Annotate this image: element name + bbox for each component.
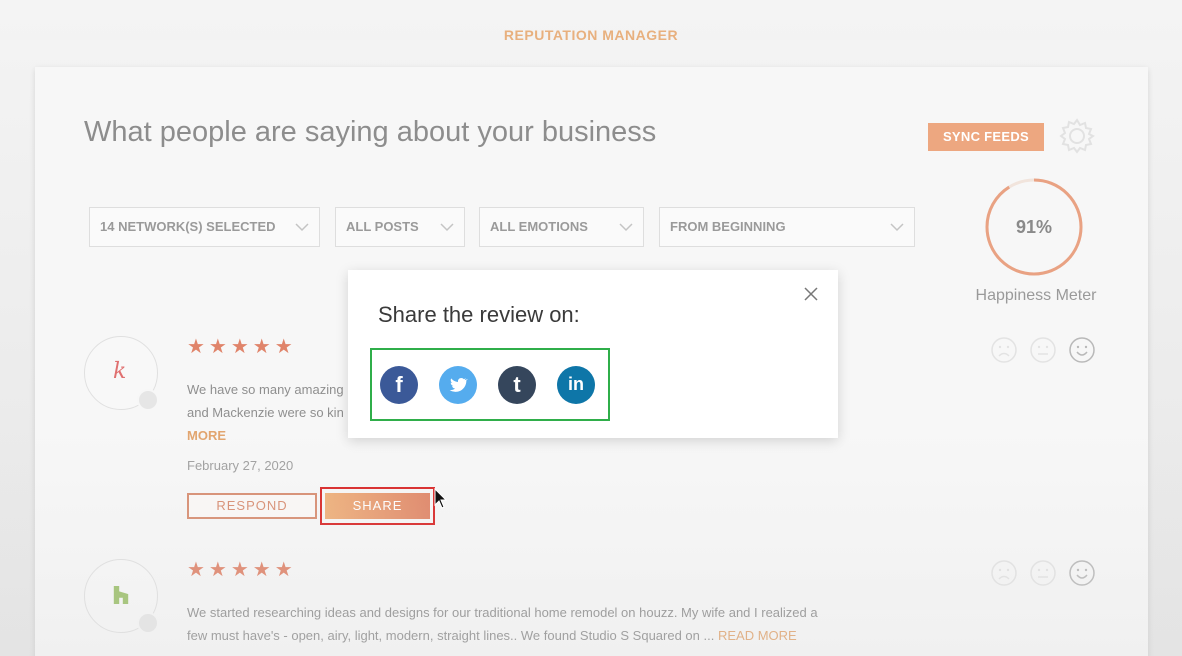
linkedin-icon[interactable]: in	[557, 365, 595, 404]
review-text-line-body: few must have's - open, airy, light, mod…	[187, 628, 715, 643]
neutral-face-icon[interactable]	[1030, 560, 1056, 586]
tumblr-icon[interactable]: t	[498, 365, 536, 404]
posts-filter-select[interactable]: ALL POSTS	[335, 207, 465, 247]
avatar: h	[84, 559, 159, 634]
sad-face-icon[interactable]	[991, 337, 1017, 363]
emotion-selector	[991, 560, 1095, 586]
facebook-glyph: f	[395, 371, 403, 397]
chevron-down-icon	[619, 223, 633, 232]
share-modal: Share the review on: f t in	[348, 270, 838, 438]
date-filter-select[interactable]: FROM BEGINNING	[659, 207, 915, 247]
star-rating: ★★★★★	[187, 336, 297, 358]
share-networks-highlight: f t in	[370, 348, 610, 421]
happiness-meter-label: Happiness Meter	[975, 287, 1097, 304]
tumblr-glyph: t	[513, 371, 521, 397]
user-icon	[137, 389, 159, 411]
emotion-selector	[991, 337, 1095, 363]
linkedin-glyph: in	[568, 374, 584, 394]
chevron-down-icon	[295, 223, 309, 232]
gear-icon[interactable]	[1058, 117, 1096, 155]
avatar-letter: k	[113, 359, 127, 384]
share-modal-title: Share the review on:	[378, 302, 580, 327]
happy-face-icon[interactable]	[1069, 560, 1095, 586]
app-title: REPUTATION MANAGER	[503, 27, 679, 43]
read-more-link[interactable]: READ MORE	[718, 628, 797, 643]
review-text: We have so many amazing and Mackenzie we…	[187, 378, 357, 447]
mouse-cursor-icon	[434, 488, 448, 509]
close-icon[interactable]	[801, 284, 821, 304]
network-filter-label: 14 NETWORK(S) SELECTED	[100, 219, 276, 234]
twitter-icon[interactable]	[439, 365, 477, 404]
twitter-bird-icon	[449, 377, 468, 392]
happy-face-icon[interactable]	[1069, 337, 1095, 363]
review-text-line: few must have's - open, airy, light, mod…	[187, 624, 887, 647]
sad-face-icon[interactable]	[991, 560, 1017, 586]
avatar: k	[84, 336, 159, 411]
page-title: What people are saying about your busine…	[84, 116, 657, 148]
facebook-icon[interactable]: f	[380, 365, 418, 404]
share-button-highlight: SHARE	[320, 487, 435, 525]
sync-feeds-button[interactable]: SYNC FEEDS	[928, 123, 1044, 151]
read-more-link[interactable]: MORE	[187, 424, 357, 447]
neutral-face-icon[interactable]	[1030, 337, 1056, 363]
share-button[interactable]: SHARE	[325, 493, 430, 519]
posts-filter-label: ALL POSTS	[346, 219, 419, 234]
review-text-line: and Mackenzie were so kin	[187, 405, 344, 420]
review-text: We started researching ideas and designs…	[187, 601, 887, 647]
chevron-down-icon	[890, 223, 904, 232]
review-date: February 27, 2020	[187, 458, 294, 473]
emotions-filter-label: ALL EMOTIONS	[490, 219, 588, 234]
review-text-line: We started researching ideas and designs…	[187, 605, 818, 620]
user-icon	[137, 612, 159, 634]
star-rating: ★★★★★	[187, 559, 297, 581]
chevron-down-icon	[440, 223, 454, 232]
houzz-logo-icon	[113, 586, 129, 604]
happiness-meter-value: 91%	[1015, 217, 1053, 237]
network-filter-select[interactable]: 14 NETWORK(S) SELECTED	[89, 207, 320, 247]
review-text-line: We have so many amazing	[187, 382, 344, 397]
emotions-filter-select[interactable]: ALL EMOTIONS	[479, 207, 644, 247]
date-filter-label: FROM BEGINNING	[670, 219, 786, 234]
respond-button[interactable]: RESPOND	[187, 493, 317, 519]
